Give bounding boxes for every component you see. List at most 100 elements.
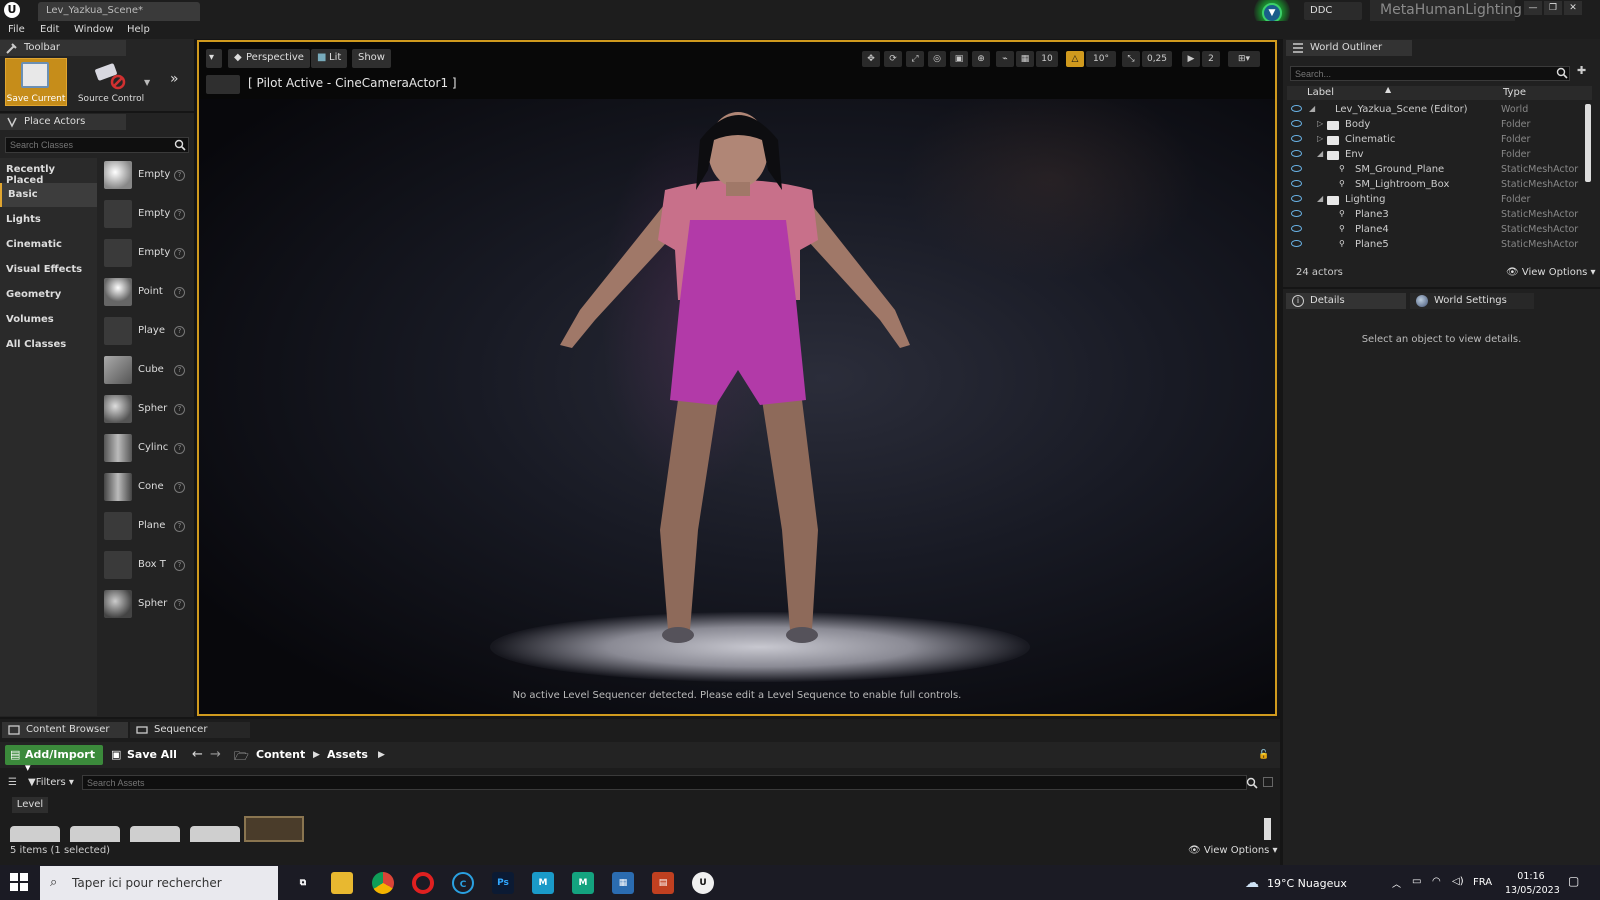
folder-open-icon[interactable]: 🗁: [234, 747, 249, 768]
visibility-eye-icon[interactable]: [1291, 120, 1302, 127]
expand-arrow-icon[interactable]: ▷: [1317, 119, 1323, 128]
wifi-icon[interactable]: ◠: [1432, 876, 1441, 887]
help-icon[interactable]: ?: [174, 560, 185, 571]
category-recently-placed[interactable]: Recently Placed: [0, 158, 97, 186]
transform-mode-icon[interactable]: ◎: [928, 51, 946, 67]
chevron-up-icon[interactable]: ︿: [1392, 877, 1401, 890]
actor-item[interactable]: Empty?: [98, 197, 193, 235]
visibility-eye-icon[interactable]: [1291, 105, 1302, 112]
grid-snap-icon[interactable]: ▦: [1016, 51, 1034, 67]
column-label[interactable]: Label: [1307, 87, 1334, 98]
pilot-eject-button[interactable]: [206, 75, 240, 94]
tab-world-outliner[interactable]: World Outliner: [1286, 40, 1412, 56]
file-explorer-icon[interactable]: [331, 872, 353, 894]
grid-size-value[interactable]: 10: [1036, 51, 1058, 67]
outliner-row[interactable]: ◢ Env Folder: [1287, 148, 1583, 163]
document-tab[interactable]: Lev_Yazkua_Scene*: [38, 2, 200, 21]
metahuman-app-icon[interactable]: M: [532, 872, 554, 894]
chevron-down-icon[interactable]: ▼: [144, 78, 152, 87]
menu-edit[interactable]: Edit: [40, 24, 59, 35]
outliner-row[interactable]: ▷ Cinematic Folder: [1287, 133, 1583, 148]
visibility-eye-icon[interactable]: [1291, 210, 1302, 217]
minimize-icon[interactable]: —: [1524, 1, 1542, 15]
collapse-arrow-icon[interactable]: ◢: [1309, 104, 1315, 113]
tab-sequencer[interactable]: Sequencer: [130, 722, 250, 738]
search-icon[interactable]: [1246, 777, 1258, 789]
tab-place-actors[interactable]: Place Actors: [0, 114, 126, 130]
chrome-icon[interactable]: [372, 872, 394, 894]
weather-text[interactable]: 19°C Nuageux: [1267, 877, 1347, 890]
outliner-scrollbar[interactable]: [1585, 104, 1591, 182]
scale-snap-icon[interactable]: ⤡: [1122, 51, 1140, 67]
category-volumes[interactable]: Volumes: [0, 308, 97, 332]
breadcrumb-separator-icon[interactable]: ▶: [313, 750, 320, 760]
add-import-button[interactable]: ▤ Add/Import ▾: [5, 745, 103, 774]
tab-details[interactable]: i Details: [1286, 293, 1406, 309]
taskbar-search-box[interactable]: ⌕ Taper ici pour rechercher: [40, 866, 278, 900]
collapse-arrow-icon[interactable]: ◢: [1317, 194, 1323, 203]
actor-item[interactable]: Playe?: [98, 314, 193, 352]
maya-icon[interactable]: M: [572, 872, 594, 894]
actor-item[interactable]: Spher?: [98, 587, 193, 625]
outliner-row[interactable]: ◢ Lev_Yazkua_Scene (Editor) World: [1287, 103, 1583, 118]
breadcrumb-content[interactable]: Content: [256, 748, 305, 761]
column-type[interactable]: Type: [1503, 87, 1526, 98]
outliner-row[interactable]: ⚲ Plane4 StaticMeshActor: [1287, 223, 1583, 238]
camera-speed-value[interactable]: 2: [1202, 51, 1220, 67]
folder-icon[interactable]: [10, 826, 60, 842]
outliner-row[interactable]: ⚲ SM_Lightroom_Box StaticMeshActor: [1287, 178, 1583, 193]
scale-snap-value[interactable]: 0,25: [1142, 51, 1172, 67]
folder-icon[interactable]: [190, 826, 240, 842]
help-icon[interactable]: ?: [174, 443, 185, 454]
outliner-row[interactable]: ▷ Body Folder: [1287, 118, 1583, 133]
category-lights[interactable]: Lights: [0, 208, 97, 232]
outliner-row[interactable]: ⚲ SM_Ground_Plane StaticMeshActor: [1287, 163, 1583, 178]
back-arrow-icon[interactable]: ←: [192, 747, 203, 762]
help-icon[interactable]: ?: [174, 404, 185, 415]
visibility-eye-icon[interactable]: [1291, 180, 1302, 187]
help-icon[interactable]: ?: [174, 326, 185, 337]
source-control-icon[interactable]: [92, 62, 126, 90]
save-search-icon[interactable]: [1263, 777, 1273, 787]
c-app-icon[interactable]: C: [452, 872, 474, 894]
scale-box-icon[interactable]: ▣: [950, 51, 968, 67]
maximize-icon[interactable]: ❐: [1544, 1, 1562, 15]
winrar-icon[interactable]: ▤: [652, 872, 674, 894]
visibility-eye-icon[interactable]: [1291, 165, 1302, 172]
actor-item[interactable]: Cone?: [98, 470, 193, 508]
visibility-eye-icon[interactable]: [1291, 195, 1302, 202]
level-filter-chip[interactable]: Level: [12, 797, 48, 813]
menu-file[interactable]: File: [8, 24, 25, 35]
visibility-eye-icon[interactable]: [1291, 240, 1302, 247]
visibility-eye-icon[interactable]: [1291, 225, 1302, 232]
photoshop-icon[interactable]: Ps: [492, 872, 514, 894]
help-icon[interactable]: ?: [174, 482, 185, 493]
level-asset-thumbnail[interactable]: [244, 816, 304, 842]
scale-icon[interactable]: ⤢: [906, 51, 924, 67]
outliner-search-input[interactable]: [1290, 66, 1570, 81]
actor-item[interactable]: Empty?: [98, 158, 193, 196]
close-icon[interactable]: ✕: [1564, 1, 1582, 15]
viewport-options-button[interactable]: ▾: [206, 49, 222, 68]
breadcrumb-assets[interactable]: Assets: [327, 748, 368, 761]
outliner-row[interactable]: ⚲ Plane5 StaticMeshActor: [1287, 238, 1583, 253]
forward-arrow-icon[interactable]: →: [210, 747, 221, 762]
lit-button[interactable]: ■ Lit: [311, 49, 348, 68]
visibility-eye-icon[interactable]: [1291, 135, 1302, 142]
help-icon[interactable]: ?: [174, 248, 185, 259]
actor-item[interactable]: Cylinc?: [98, 431, 193, 469]
clock[interactable]: 01:16 13/05/2023: [1505, 870, 1560, 898]
content-browser-scrollbar[interactable]: [1264, 818, 1271, 840]
task-view-icon[interactable]: ⧉: [292, 872, 314, 894]
search-icon[interactable]: [1556, 67, 1568, 79]
outliner-add-icon[interactable]: ✚: [1577, 64, 1591, 78]
outliner-row[interactable]: ⚲ Plane3 StaticMeshActor: [1287, 208, 1583, 223]
source-control-status-icon[interactable]: ▼: [1262, 3, 1282, 23]
actor-item[interactable]: Spher?: [98, 392, 193, 430]
rotate-icon[interactable]: ⟳: [884, 51, 902, 67]
character-model[interactable]: [550, 100, 950, 660]
category-basic[interactable]: Basic: [0, 183, 97, 207]
content-browser-view-options[interactable]: 👁 View Options ▾: [1188, 845, 1278, 856]
outliner-row[interactable]: ◢ Lighting Folder: [1287, 193, 1583, 208]
breadcrumb-separator-icon[interactable]: ▶: [378, 750, 385, 760]
